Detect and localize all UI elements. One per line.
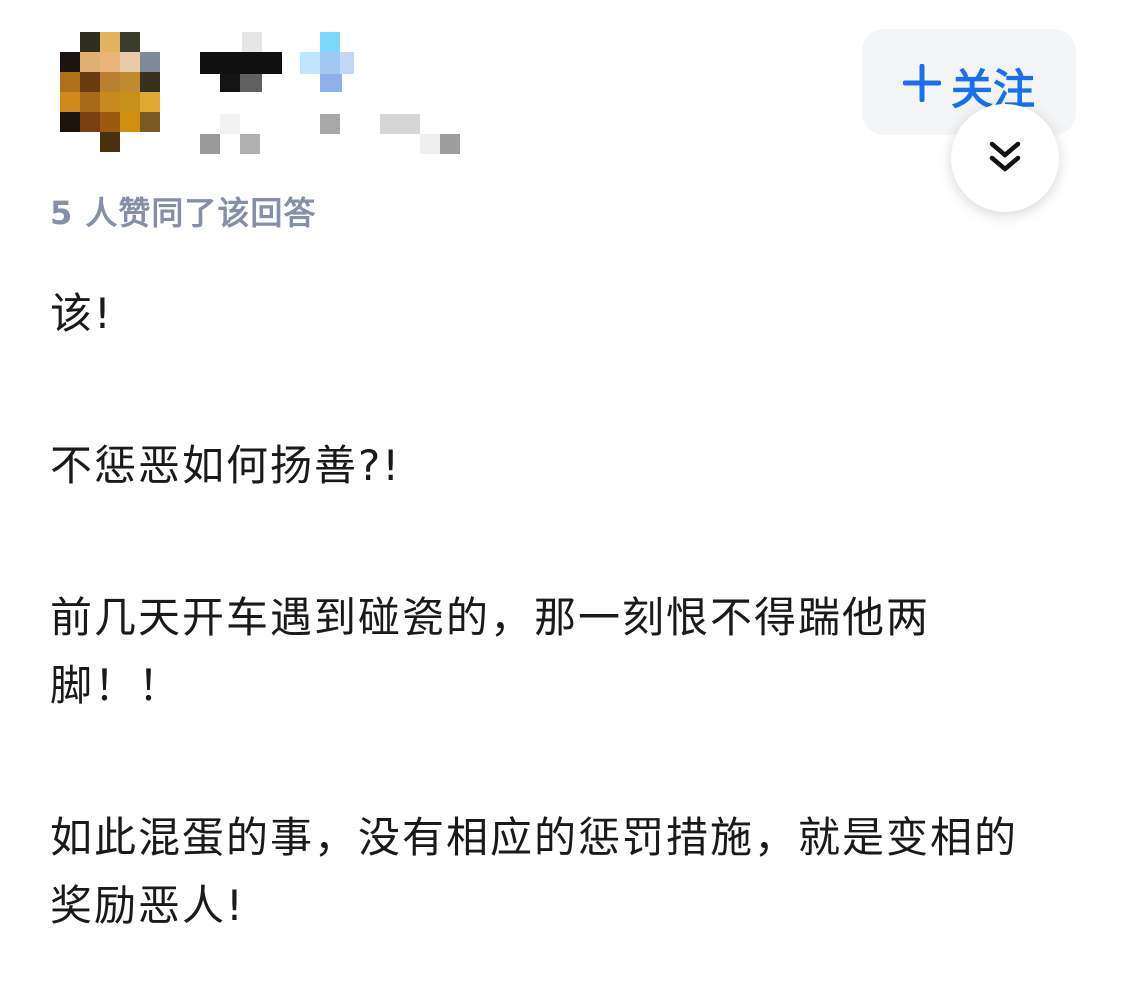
answer-body: 该! 不惩恶如何扬善?! 前几天开车遇到碰瓷的，那一刻恨不得踹他两脚！！ 如此混… <box>50 280 1060 940</box>
answer-paragraph: 不惩恶如何扬善?! <box>50 441 402 490</box>
answer-paragraph: 该! <box>50 289 113 338</box>
author-avatar[interactable] <box>60 32 160 152</box>
double-chevron-down-icon <box>989 141 1021 172</box>
answer-paragraph: 如此混蛋的事，没有相应的惩罚措施，就是变相的奖励恶人! <box>50 813 1019 930</box>
author-name[interactable] <box>200 32 460 154</box>
plus-icon <box>902 64 941 102</box>
collapse-button[interactable] <box>951 104 1059 212</box>
answer-paragraph: 前几天开车遇到碰瓷的，那一刻恨不得踹他两脚！！ <box>50 593 931 710</box>
likes-count: 5 人赞同了该回答 <box>50 194 317 232</box>
